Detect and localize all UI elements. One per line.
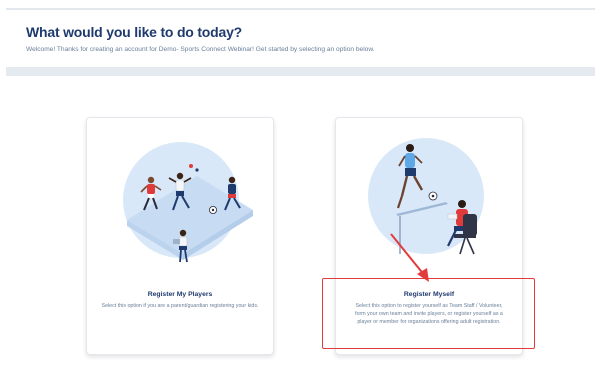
- top-divider: [6, 8, 595, 10]
- highlight-box: [322, 278, 535, 349]
- register-my-players-title: Register My Players: [147, 291, 213, 298]
- register-my-players-card[interactable]: Register My Players Select this option i…: [86, 117, 274, 355]
- page-subtitle: Welcome! Thanks for creating an account …: [26, 46, 375, 53]
- header-band: [6, 67, 595, 76]
- register-my-players-description: Select this option if you are a parent/g…: [101, 303, 259, 309]
- page-title: What would you like to do today?: [26, 24, 243, 40]
- youth-soccer-players-illustration: [123, 142, 253, 263]
